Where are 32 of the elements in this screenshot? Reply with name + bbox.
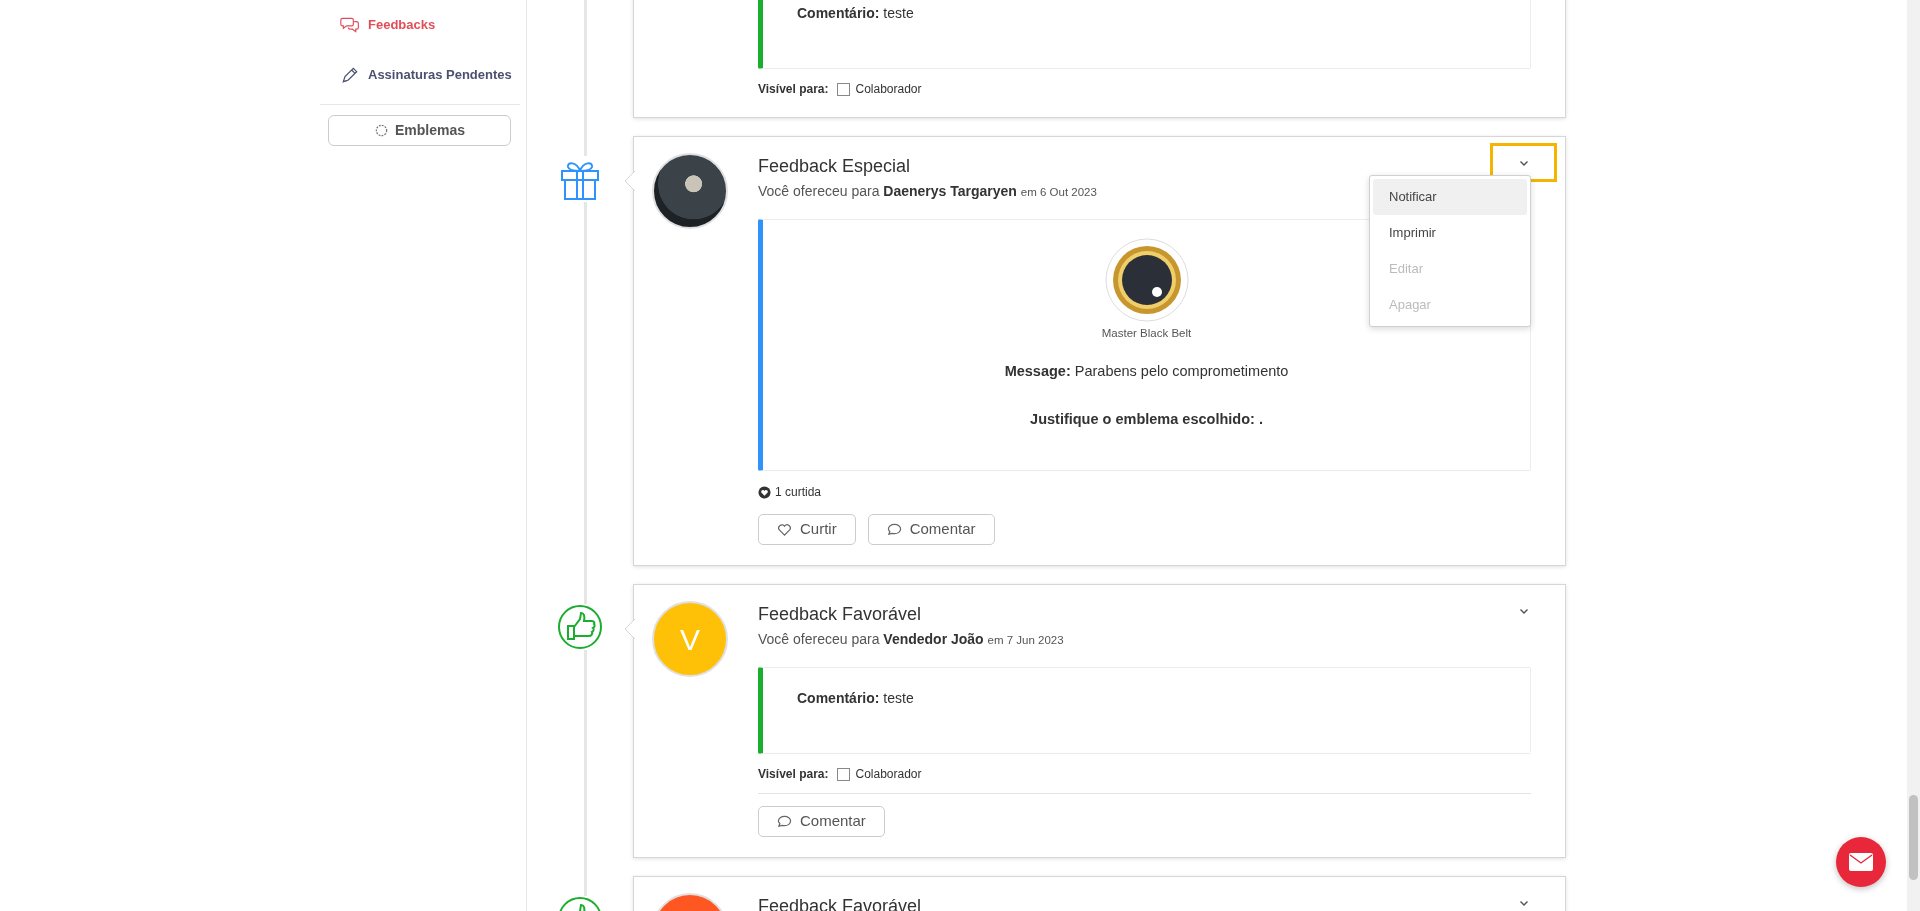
envelope-icon — [1848, 852, 1874, 872]
avatar: V — [652, 601, 728, 677]
checkbox[interactable] — [836, 767, 850, 781]
badge-name: Master Black Belt — [1100, 326, 1193, 340]
comment-button[interactable]: Comentar — [758, 806, 885, 837]
like-button[interactable]: Curtir — [758, 514, 856, 545]
checkbox-label: Colaborador — [855, 81, 922, 97]
comment-button[interactable]: Comentar — [867, 514, 995, 545]
card-subtitle: Você ofereceu para Daenerys Targaryen em 6 Out 2023 — [758, 182, 1097, 201]
speech-bubble-icon — [886, 522, 902, 537]
card-title: Feedback Especial — [758, 155, 911, 177]
checkbox[interactable] — [836, 82, 850, 96]
justification-text: Justifique o emblema escolhido: . — [1029, 410, 1264, 429]
emblems-button[interactable]: Emblemas — [328, 115, 511, 146]
checkbox-label: Colaborador — [855, 766, 922, 782]
visibility-label: Visível para: — [758, 766, 829, 782]
card-subtitle: Você ofereceu para Vendedor João em 7 Jun 2023 — [758, 630, 1064, 649]
card-title: Feedback Favorável — [758, 603, 922, 625]
heart-icon — [777, 522, 792, 537]
scrollbar-thumb[interactable] — [1909, 795, 1918, 880]
message-text: Message: Parabens pelo comprometimento — [1003, 362, 1290, 381]
likes-count: 1 curtida — [775, 484, 822, 501]
sidebar-item[interactable]: Feedbacks — [320, 0, 520, 50]
sidebar-item[interactable]: Assinaturas Pendentes — [320, 50, 520, 100]
visibility-label: Visível para: — [758, 81, 829, 97]
sunburst-icon — [373, 123, 389, 138]
speech-bubble-icon — [777, 814, 792, 829]
comment-text: Comentário: teste — [796, 4, 915, 23]
chat-icon — [340, 15, 360, 35]
menu-item[interactable]: Notificar — [1373, 179, 1527, 215]
comment-text: Comentário: teste — [796, 689, 915, 708]
pen-icon — [340, 65, 360, 85]
